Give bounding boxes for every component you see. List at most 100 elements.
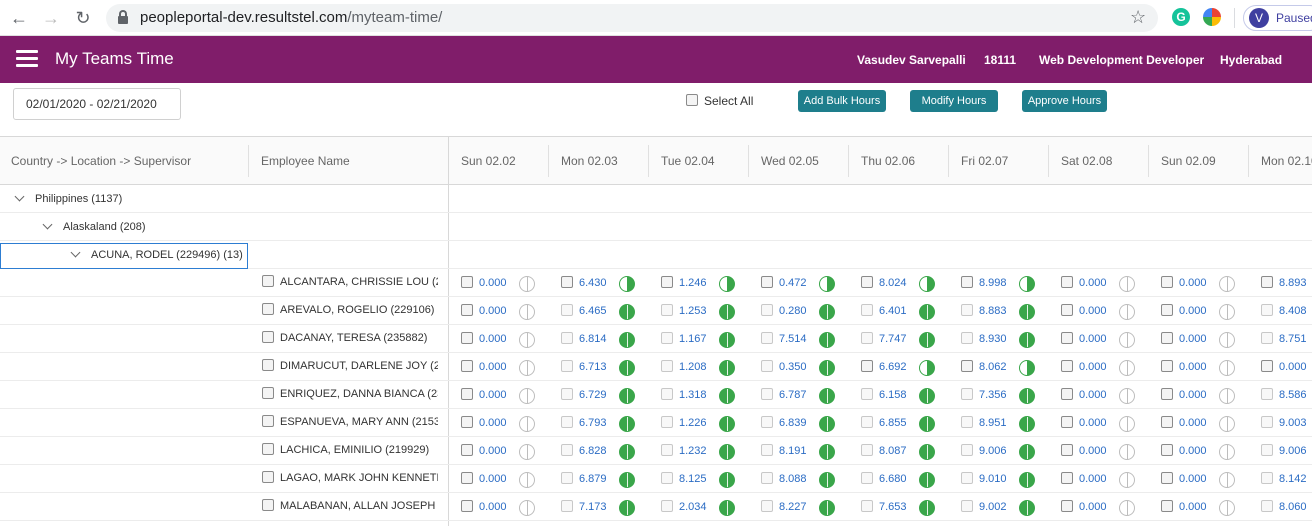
- approval-status-icon[interactable]: [719, 388, 735, 404]
- approval-status-icon[interactable]: [1019, 276, 1035, 292]
- hours-value[interactable]: 0.000: [479, 501, 507, 513]
- day-checkbox[interactable]: [461, 304, 473, 316]
- hours-value[interactable]: 0.000: [1079, 305, 1107, 317]
- hours-value[interactable]: 0.000: [479, 417, 507, 429]
- table-row[interactable]: LAGAO, MARK JOHN KENNETH (0.000 6.879 8.12…: [0, 465, 1312, 493]
- day-checkbox[interactable]: [1261, 388, 1273, 400]
- day-checkbox[interactable]: [461, 472, 473, 484]
- day-checkbox[interactable]: [761, 304, 773, 316]
- hours-value[interactable]: 8.088: [779, 473, 807, 485]
- hours-value[interactable]: 0.000: [1079, 277, 1107, 289]
- employee-checkbox[interactable]: [262, 331, 274, 343]
- approval-status-icon[interactable]: [1119, 388, 1135, 404]
- day-checkbox[interactable]: [1161, 360, 1173, 372]
- day-checkbox[interactable]: [861, 276, 873, 288]
- hours-value[interactable]: 0.000: [1179, 277, 1207, 289]
- approval-status-icon[interactable]: [719, 276, 735, 292]
- day-checkbox[interactable]: [561, 500, 573, 512]
- day-checkbox[interactable]: [1061, 304, 1073, 316]
- day-checkbox[interactable]: [961, 416, 973, 428]
- day-checkbox[interactable]: [1061, 276, 1073, 288]
- hours-value[interactable]: 0.000: [1079, 389, 1107, 401]
- hours-value[interactable]: 9.002: [979, 501, 1007, 513]
- day-checkbox[interactable]: [1261, 332, 1273, 344]
- hours-value[interactable]: 1.246: [679, 277, 707, 289]
- hours-value[interactable]: 1.226: [679, 417, 707, 429]
- color-extension-icon[interactable]: [1203, 8, 1221, 26]
- hours-value[interactable]: 1.318: [679, 389, 707, 401]
- table-row[interactable]: AREVALO, ROGELIO (229106) 0.000 6.465 1.253…: [0, 297, 1312, 325]
- day-checkbox[interactable]: [1061, 444, 1073, 456]
- grammarly-extension-icon[interactable]: G: [1172, 8, 1190, 26]
- hours-value[interactable]: 6.828: [579, 445, 607, 457]
- approval-status-icon[interactable]: [919, 360, 935, 376]
- day-checkbox[interactable]: [961, 472, 973, 484]
- hours-value[interactable]: 0.000: [479, 305, 507, 317]
- day-checkbox[interactable]: [761, 444, 773, 456]
- approval-status-icon[interactable]: [919, 472, 935, 488]
- hours-value[interactable]: 0.000: [1179, 473, 1207, 485]
- approval-status-icon[interactable]: [919, 444, 935, 460]
- approval-status-icon[interactable]: [1019, 444, 1035, 460]
- approval-status-icon[interactable]: [1219, 332, 1235, 348]
- approval-status-icon[interactable]: [1219, 444, 1235, 460]
- day-checkbox[interactable]: [561, 388, 573, 400]
- add-bulk-hours-button[interactable]: Add Bulk Hours: [798, 90, 886, 112]
- table-row[interactable]: LACHICA, EMINILIO (219929) 0.000 6.828 1.23…: [0, 437, 1312, 465]
- table-row[interactable]: DIMARUCUT, DARLENE JOY (229 0.000 6.713 1.2…: [0, 353, 1312, 381]
- day-checkbox[interactable]: [961, 500, 973, 512]
- day-checkbox[interactable]: [861, 500, 873, 512]
- approval-status-icon[interactable]: [1119, 304, 1135, 320]
- approval-status-icon[interactable]: [619, 444, 635, 460]
- column-header-day[interactable]: Tue 02.04: [661, 154, 715, 168]
- hours-value[interactable]: 9.010: [979, 473, 1007, 485]
- approval-status-icon[interactable]: [1219, 416, 1235, 432]
- hours-value[interactable]: 9.003: [1279, 417, 1307, 429]
- day-checkbox[interactable]: [761, 500, 773, 512]
- day-checkbox[interactable]: [461, 416, 473, 428]
- hours-value[interactable]: 0.000: [1079, 333, 1107, 345]
- day-checkbox[interactable]: [561, 276, 573, 288]
- day-checkbox[interactable]: [461, 500, 473, 512]
- hours-value[interactable]: 1.253: [679, 305, 707, 317]
- day-checkbox[interactable]: [961, 304, 973, 316]
- day-checkbox[interactable]: [761, 416, 773, 428]
- day-checkbox[interactable]: [861, 388, 873, 400]
- approval-status-icon[interactable]: [1019, 500, 1035, 516]
- day-checkbox[interactable]: [961, 332, 973, 344]
- approval-status-icon[interactable]: [519, 360, 535, 376]
- date-range-picker[interactable]: 02/01/2020 - 02/21/2020: [13, 88, 181, 120]
- day-checkbox[interactable]: [861, 472, 873, 484]
- day-checkbox[interactable]: [761, 276, 773, 288]
- approval-status-icon[interactable]: [1019, 360, 1035, 376]
- approval-status-icon[interactable]: [519, 444, 535, 460]
- table-row[interactable]: ESPANUEVA, MARY ANN (21530 0.000 6.793 1.22…: [0, 409, 1312, 437]
- day-checkbox[interactable]: [761, 472, 773, 484]
- approval-status-icon[interactable]: [919, 500, 935, 516]
- day-checkbox[interactable]: [1161, 332, 1173, 344]
- profile-button[interactable]: V Paused: [1243, 5, 1312, 31]
- approval-status-icon[interactable]: [819, 500, 835, 516]
- hours-value[interactable]: 6.692: [879, 361, 907, 373]
- hours-value[interactable]: 6.430: [579, 277, 607, 289]
- hours-value[interactable]: 8.930: [979, 333, 1007, 345]
- day-checkbox[interactable]: [661, 500, 673, 512]
- hours-value[interactable]: 0.000: [479, 277, 507, 289]
- day-checkbox[interactable]: [661, 360, 673, 372]
- column-header-group[interactable]: Country -> Location -> Supervisor: [11, 154, 191, 168]
- employee-checkbox[interactable]: [262, 499, 274, 511]
- approval-status-icon[interactable]: [619, 472, 635, 488]
- approval-status-icon[interactable]: [1019, 416, 1035, 432]
- column-header-day[interactable]: Fri 02.07: [961, 154, 1008, 168]
- approval-status-icon[interactable]: [1119, 472, 1135, 488]
- day-checkbox[interactable]: [961, 276, 973, 288]
- column-header-day[interactable]: Thu 02.06: [861, 154, 915, 168]
- day-checkbox[interactable]: [661, 388, 673, 400]
- day-checkbox[interactable]: [1261, 472, 1273, 484]
- hours-value[interactable]: 8.024: [879, 277, 907, 289]
- day-checkbox[interactable]: [1261, 360, 1273, 372]
- approval-status-icon[interactable]: [619, 332, 635, 348]
- approval-status-icon[interactable]: [519, 416, 535, 432]
- employee-checkbox[interactable]: [262, 415, 274, 427]
- day-checkbox[interactable]: [1161, 472, 1173, 484]
